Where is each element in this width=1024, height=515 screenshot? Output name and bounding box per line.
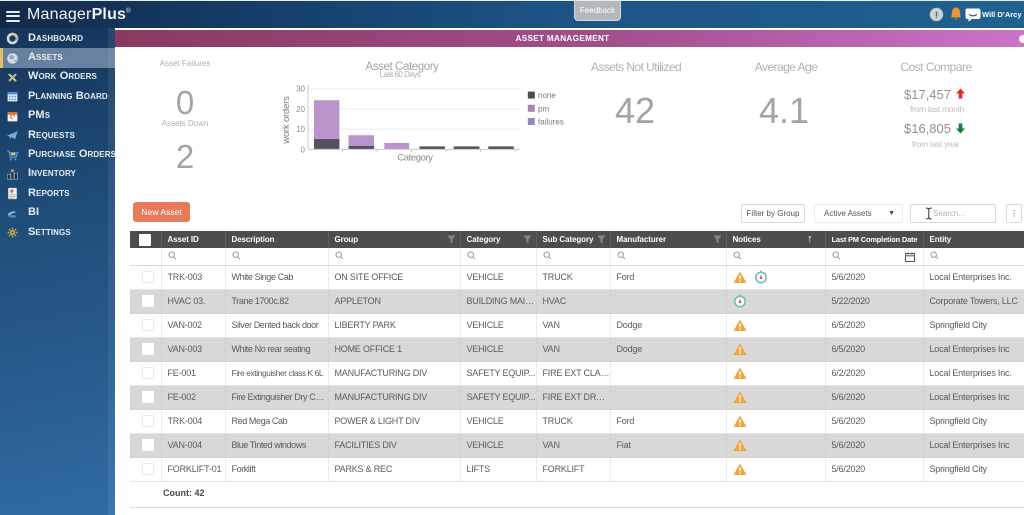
svg-text:failures: failures (538, 118, 564, 127)
svg-text:!: ! (935, 10, 938, 20)
svg-text:10: 10 (296, 125, 305, 134)
svg-text:Last 60 Days: Last 60 Days (380, 70, 421, 79)
svg-text:0: 0 (301, 145, 306, 154)
svg-text:none: none (538, 91, 556, 100)
svg-text:20: 20 (296, 105, 305, 114)
svg-text:pm: pm (538, 104, 549, 113)
svg-text:work orders: work orders (281, 96, 292, 145)
svg-text:30: 30 (296, 85, 305, 94)
svg-text:Category: Category (397, 153, 433, 164)
